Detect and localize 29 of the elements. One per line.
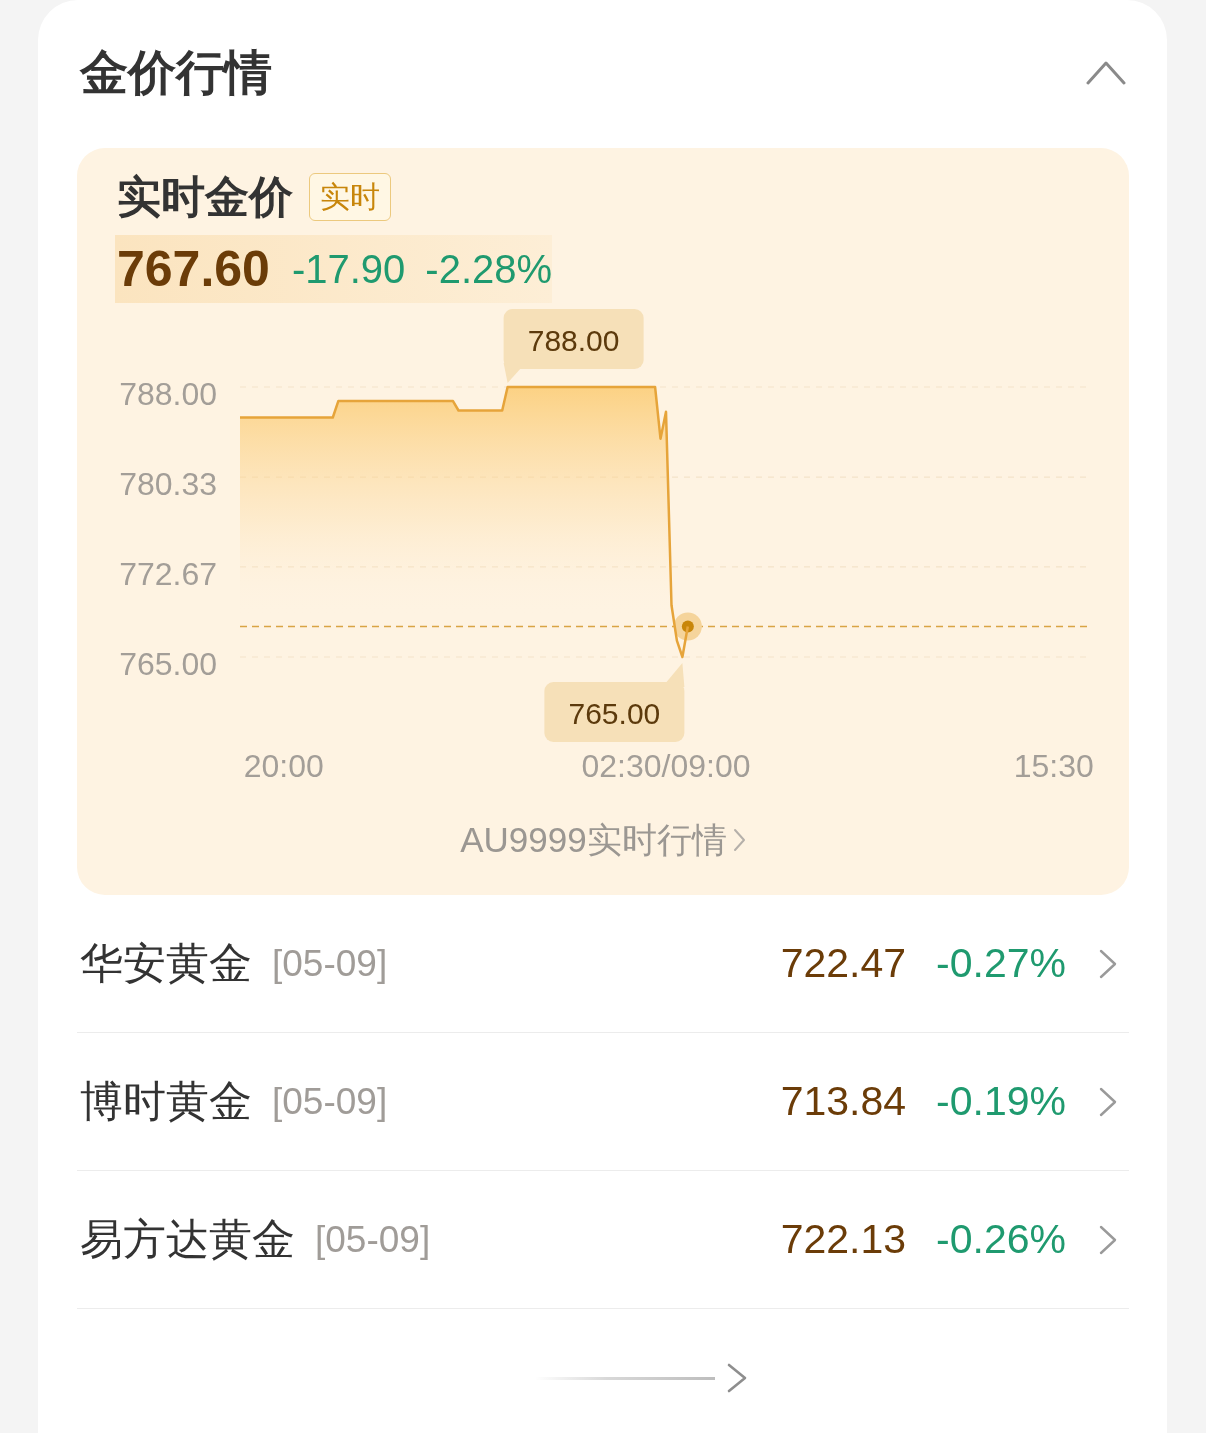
fund-price: 722.13 [780, 1216, 907, 1263]
fund-name: 易方达黄金 [80, 1212, 295, 1266]
quote-date: [05-09] [315, 1218, 431, 1261]
x-axis-label: 20:00 [243, 748, 324, 784]
live-badge: 实时 [309, 173, 391, 221]
x-axis-label: 15:30 [1013, 748, 1094, 784]
y-axis-label: 788.00 [119, 376, 217, 412]
max-price-callout: 788.00 [503, 309, 644, 383]
fund-change: -0.19% [936, 1078, 1066, 1125]
price-change: -17.90 [291, 246, 406, 292]
fund-name: 华安黄金 [80, 936, 252, 990]
fund-price: 722.47 [780, 940, 907, 987]
fund-price: 713.84 [780, 1078, 907, 1125]
x-axis-label: 02:30/09:00 [581, 748, 751, 784]
quote-date: [05-09] [272, 1080, 388, 1123]
quote-date: [05-09] [272, 942, 388, 985]
current-price: 767.60 [117, 240, 270, 298]
price-change-percent: -2.28% [425, 246, 553, 292]
annotation: 765.00 [568, 696, 661, 730]
y-axis-label: 765.00 [119, 646, 217, 682]
annotation: 788.00 [527, 323, 620, 357]
fund-change: -0.26% [936, 1216, 1066, 1263]
panel-title: 实时金价 [117, 172, 293, 222]
fund-change: -0.27% [936, 940, 1066, 987]
min-price-callout: 765.00 [544, 663, 685, 742]
fund-name: 博时黄金 [80, 1074, 252, 1128]
y-axis-label: 780.33 [119, 466, 217, 503]
section-title: 金价行情 [80, 43, 272, 102]
y-axis-label: 772.67 [119, 555, 217, 592]
